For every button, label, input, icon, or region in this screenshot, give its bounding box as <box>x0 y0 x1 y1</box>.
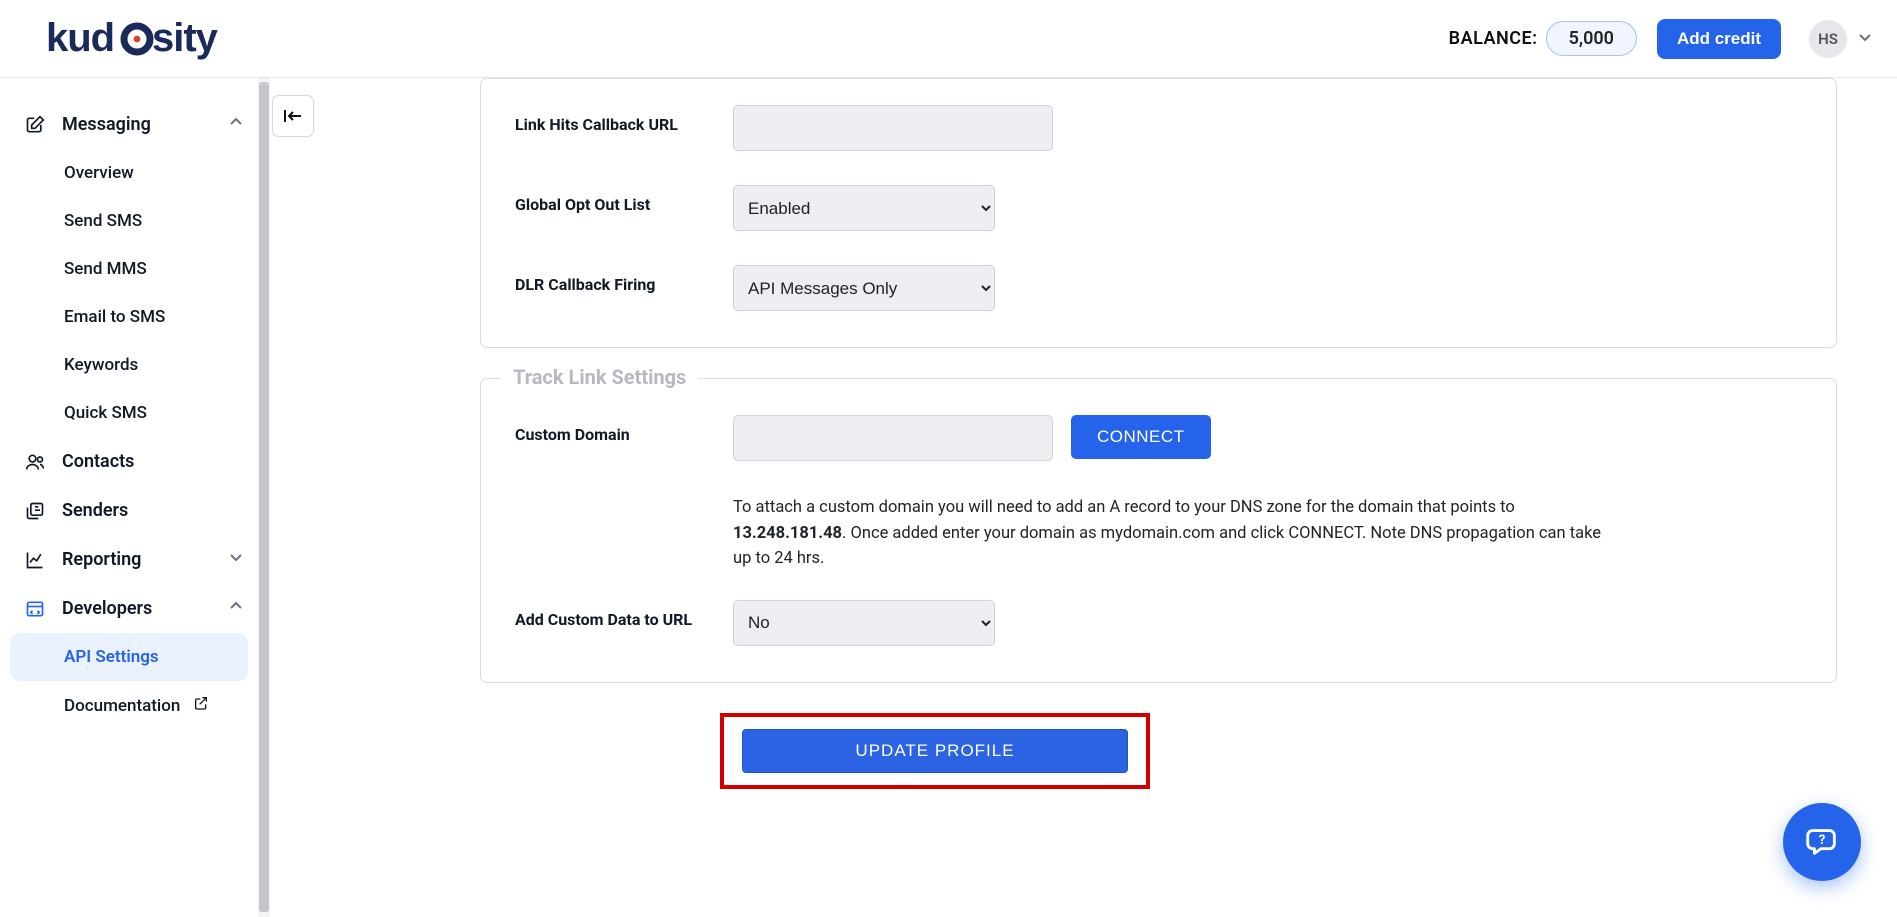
global-optout-label: Global Opt Out List <box>515 185 733 214</box>
sidebar-section-label: Reporting <box>62 549 141 570</box>
link-hits-input[interactable] <box>733 105 1053 151</box>
sidebar-item-send-sms[interactable]: Send SMS <box>0 197 258 245</box>
top-header: kud sity BALANCE: 5,000 Add credit HS <box>0 0 1897 78</box>
sidebar-item-label: Documentation <box>64 696 180 716</box>
track-link-settings-panel: Track Link Settings Custom Domain CONNEC… <box>480 378 1837 683</box>
sidebar-scrollbar[interactable] <box>258 78 270 917</box>
link-hits-label: Link Hits Callback URL <box>515 105 733 134</box>
help-text-pre: To attach a custom domain you will need … <box>733 498 1515 517</box>
sidebar-section-label: Developers <box>62 598 152 619</box>
sidebar-section-label: Senders <box>62 500 128 521</box>
connect-button[interactable]: CONNECT <box>1071 415 1211 459</box>
brand-logo[interactable]: kud sity <box>46 17 246 61</box>
sidebar-item-quick-sms[interactable]: Quick SMS <box>0 389 258 437</box>
chevron-up-icon <box>228 114 244 135</box>
sidebar-section-reporting[interactable]: Reporting <box>0 535 258 584</box>
custom-domain-help-text: To attach a custom domain you will need … <box>733 495 1603 572</box>
kudosity-logo-icon: kud sity <box>46 17 246 61</box>
developers-icon <box>24 599 46 619</box>
help-text-ip: 13.248.181.48 <box>733 524 842 543</box>
main-content: Link Hits Callback URL Global Opt Out Li… <box>270 78 1897 917</box>
sidebar-item-send-mms[interactable]: Send MMS <box>0 245 258 293</box>
sidebar-section-messaging[interactable]: Messaging <box>0 100 258 149</box>
sidebar-item-api-settings[interactable]: API Settings <box>10 633 248 681</box>
dlr-label: DLR Callback Firing <box>515 265 733 294</box>
edit-icon <box>24 115 46 135</box>
sidebar-section-senders[interactable]: Senders <box>0 486 258 535</box>
chevron-down-icon <box>1857 29 1873 45</box>
sidebar-item-overview[interactable]: Overview <box>0 149 258 197</box>
sidebar-item-documentation[interactable]: Documentation <box>0 681 258 730</box>
global-optout-select[interactable]: Enabled <box>733 185 995 231</box>
balance-label: BALANCE: <box>1449 28 1538 49</box>
chevron-down-icon <box>228 549 244 570</box>
svg-text:sity: sity <box>152 17 219 60</box>
add-credit-button[interactable]: Add credit <box>1657 19 1781 59</box>
senders-icon <box>24 501 46 521</box>
update-profile-button[interactable]: UPDATE PROFILE <box>742 729 1128 773</box>
add-custom-data-select[interactable]: No <box>733 600 995 646</box>
sidebar-item-email-to-sms[interactable]: Email to SMS <box>0 293 258 341</box>
sidebar-section-contacts[interactable]: Contacts <box>0 437 258 486</box>
svg-text:kud: kud <box>46 17 114 60</box>
sidebar-section-label: Messaging <box>62 114 151 135</box>
scrollbar-thumb[interactable] <box>259 82 269 912</box>
collapse-icon <box>283 108 303 124</box>
sidebar-section-label: Contacts <box>62 451 134 472</box>
panel-legend: Track Link Settings <box>501 365 698 389</box>
external-link-icon <box>193 696 209 716</box>
update-profile-highlight: UPDATE PROFILE <box>720 713 1150 789</box>
collapse-sidebar-button[interactable] <box>272 95 314 137</box>
sidebar: Messaging Overview Send SMS Send MMS Ema… <box>0 78 270 917</box>
svg-text:?: ? <box>1819 833 1826 848</box>
contacts-icon <box>24 452 46 472</box>
avatar-menu-caret[interactable] <box>1857 29 1873 49</box>
dlr-select[interactable]: API Messages Only <box>733 265 995 311</box>
chevron-up-icon <box>228 598 244 619</box>
custom-domain-label: Custom Domain <box>515 415 733 444</box>
callback-settings-panel: Link Hits Callback URL Global Opt Out Li… <box>480 78 1837 348</box>
add-custom-data-label: Add Custom Data to URL <box>515 600 733 629</box>
help-fab[interactable]: ? <box>1783 803 1861 881</box>
reporting-icon <box>24 550 46 570</box>
help-text-post: . Once added enter your domain as mydoma… <box>733 524 1601 569</box>
custom-domain-input[interactable] <box>733 415 1053 461</box>
avatar[interactable]: HS <box>1809 20 1847 58</box>
sidebar-section-developers[interactable]: Developers <box>0 584 258 633</box>
balance-value[interactable]: 5,000 <box>1546 21 1637 56</box>
help-chat-icon: ? <box>1803 823 1841 861</box>
sidebar-item-keywords[interactable]: Keywords <box>0 341 258 389</box>
